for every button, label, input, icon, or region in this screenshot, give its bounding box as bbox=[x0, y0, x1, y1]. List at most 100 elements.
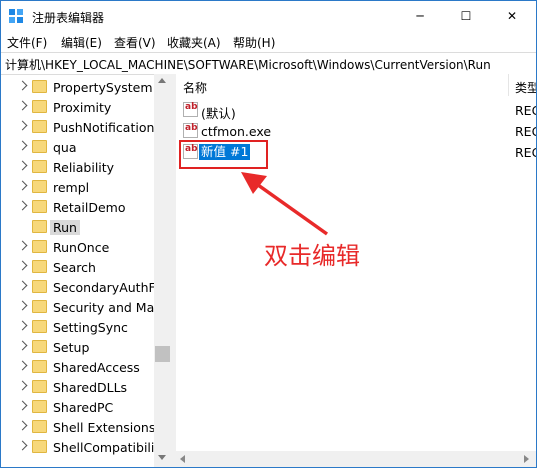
list-horizontal-scrollbar[interactable] bbox=[176, 451, 536, 467]
folder-icon bbox=[32, 240, 47, 253]
tree-item[interactable]: ShellCompatibility bbox=[1, 437, 167, 457]
maximize-icon: ☐ bbox=[460, 9, 472, 23]
tree-item[interactable]: SharedAccess bbox=[1, 357, 154, 377]
tree-item-label: rempl bbox=[53, 180, 90, 195]
list-header: 名称 类型 bbox=[176, 74, 536, 96]
folder-icon bbox=[32, 220, 47, 233]
tree-item-label: Proximity bbox=[53, 100, 112, 115]
value-type: REG bbox=[515, 145, 536, 160]
string-value-icon: ab bbox=[183, 102, 198, 117]
scroll-left-icon[interactable] bbox=[180, 455, 185, 463]
tree-item[interactable]: SettingSync bbox=[1, 317, 154, 337]
minimize-button[interactable]: ─ bbox=[397, 1, 443, 31]
tree-item-label: qua bbox=[53, 140, 77, 155]
tree-item-label: SecondaryAuthFa bbox=[53, 280, 163, 295]
tree-item[interactable]: RetailDemo bbox=[1, 197, 154, 217]
key-tree: PropertySystem Proximity PushNotifications… bbox=[1, 74, 171, 467]
expand-chevron-icon[interactable] bbox=[17, 140, 28, 151]
tree-item[interactable]: SharedPC bbox=[1, 397, 154, 417]
close-button[interactable]: ✕ bbox=[489, 1, 535, 31]
column-divider[interactable] bbox=[508, 74, 509, 96]
folder-icon bbox=[32, 80, 47, 93]
value-name: ctfmon.exe bbox=[201, 124, 272, 139]
expand-chevron-icon[interactable] bbox=[17, 80, 28, 91]
expand-chevron-icon[interactable] bbox=[17, 260, 28, 271]
expand-chevron-icon[interactable] bbox=[17, 340, 28, 351]
tree-scroll-thumb[interactable] bbox=[155, 346, 170, 362]
tree-item-label: SharedAccess bbox=[53, 360, 140, 375]
expand-chevron-icon[interactable] bbox=[17, 240, 28, 251]
value-type: REG bbox=[515, 124, 536, 139]
expand-chevron-icon[interactable] bbox=[17, 280, 28, 291]
tree-item[interactable]: PropertySystem bbox=[1, 77, 154, 97]
tree-item-label: Security and Main bbox=[53, 300, 166, 315]
registry-editor-icon bbox=[9, 9, 23, 23]
expand-chevron-icon[interactable] bbox=[17, 400, 28, 411]
menu-edit[interactable]: 编辑(E) bbox=[61, 34, 102, 51]
column-header-type[interactable]: 类型 bbox=[515, 79, 536, 96]
folder-icon bbox=[32, 260, 47, 273]
expand-chevron-icon[interactable] bbox=[17, 180, 28, 191]
expand-chevron-icon[interactable] bbox=[17, 120, 28, 131]
column-header-name[interactable]: 名称 bbox=[183, 79, 207, 96]
value-row[interactable]: abctfmon.exe REG bbox=[176, 121, 536, 141]
tree-item-label: Run bbox=[50, 220, 80, 235]
tree-item[interactable]: Run bbox=[1, 217, 154, 237]
scroll-up-icon[interactable] bbox=[158, 78, 166, 83]
tree-item[interactable]: Reliability bbox=[1, 157, 154, 177]
folder-icon bbox=[32, 120, 47, 133]
tree-item-label: Setup bbox=[53, 340, 90, 355]
tree-item[interactable]: rempl bbox=[1, 177, 154, 197]
tree-item[interactable]: SecondaryAuthFa bbox=[1, 277, 162, 297]
tree-item-label: PushNotifications bbox=[53, 120, 161, 135]
address-bar[interactable]: 计算机\HKEY_LOCAL_MACHINE\SOFTWARE\Microsof… bbox=[1, 52, 536, 75]
value-name: (默认) bbox=[201, 106, 236, 121]
folder-icon bbox=[32, 280, 47, 293]
folder-icon bbox=[32, 360, 47, 373]
expand-chevron-icon[interactable] bbox=[17, 160, 28, 171]
scroll-right-icon[interactable] bbox=[524, 455, 529, 463]
tree-item[interactable]: Security and Main bbox=[1, 297, 166, 317]
scroll-down-icon[interactable] bbox=[158, 455, 166, 460]
expand-chevron-icon[interactable] bbox=[17, 420, 28, 431]
tree-item[interactable]: Shell Extensions bbox=[1, 417, 156, 437]
tree-item-label: Reliability bbox=[53, 160, 115, 175]
expand-chevron-icon[interactable] bbox=[17, 300, 28, 311]
tree-item[interactable]: Setup bbox=[1, 337, 154, 357]
folder-icon bbox=[32, 380, 47, 393]
expand-chevron-icon[interactable] bbox=[17, 440, 28, 451]
string-value-icon: ab bbox=[183, 123, 198, 138]
annotation-label: 双击编辑 bbox=[264, 242, 360, 270]
menu-file[interactable]: 文件(F) bbox=[7, 34, 47, 51]
folder-icon bbox=[32, 140, 47, 153]
tree-item[interactable]: Proximity bbox=[1, 97, 154, 117]
folder-icon bbox=[32, 160, 47, 173]
tree-item-label: ShellCompatibility bbox=[53, 440, 167, 455]
tree-item[interactable]: Search bbox=[1, 257, 154, 277]
tree-item[interactable]: qua bbox=[1, 137, 154, 157]
expand-chevron-icon[interactable] bbox=[17, 360, 28, 371]
folder-icon bbox=[32, 400, 47, 413]
close-icon: ✕ bbox=[506, 9, 518, 23]
title-bar[interactable]: 注册表编辑器 ─ ☐ ✕ bbox=[1, 1, 536, 31]
menu-favorites[interactable]: 收藏夹(A) bbox=[167, 34, 221, 51]
tree-item[interactable]: RunOnce bbox=[1, 237, 154, 257]
expand-chevron-icon[interactable] bbox=[17, 380, 28, 391]
tree-item[interactable]: PushNotifications bbox=[1, 117, 161, 137]
menu-view[interactable]: 查看(V) bbox=[114, 34, 156, 51]
tree-item-label: Shell Extensions bbox=[53, 420, 156, 435]
folder-icon bbox=[32, 300, 47, 313]
expand-chevron-icon[interactable] bbox=[17, 320, 28, 331]
expand-chevron-icon[interactable] bbox=[17, 100, 28, 111]
address-path[interactable]: 计算机\HKEY_LOCAL_MACHINE\SOFTWARE\Microsof… bbox=[5, 56, 491, 73]
menu-help[interactable]: 帮助(H) bbox=[233, 34, 275, 51]
folder-icon bbox=[32, 440, 47, 453]
value-row[interactable]: ab(默认) REG bbox=[176, 100, 536, 121]
tree-item[interactable]: SharedDLLs bbox=[1, 377, 154, 397]
tree-scrollbar[interactable] bbox=[154, 74, 171, 467]
tree-item-label: RunOnce bbox=[53, 240, 110, 255]
expand-chevron-icon[interactable] bbox=[17, 200, 28, 211]
tree-item-label: SharedDLLs bbox=[53, 380, 128, 395]
folder-icon bbox=[32, 340, 47, 353]
maximize-button[interactable]: ☐ bbox=[443, 1, 489, 31]
